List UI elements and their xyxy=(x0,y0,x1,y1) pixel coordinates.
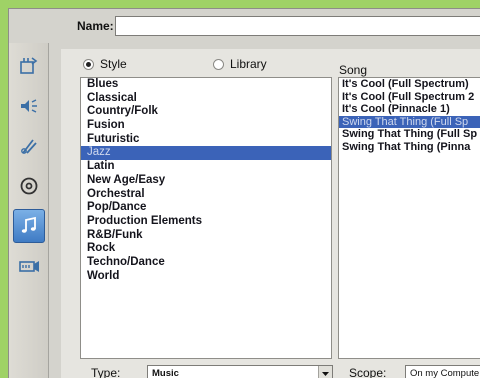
genre-list-item[interactable]: Latin xyxy=(81,160,331,174)
song-list-item[interactable]: Swing That Thing (Full Sp xyxy=(339,115,480,128)
radio-selected-indicator xyxy=(83,58,94,70)
mixer-tool-button[interactable] xyxy=(13,249,45,283)
genre-list-item[interactable]: Techno/Dance xyxy=(81,256,331,270)
edit-tool-button[interactable] xyxy=(13,129,45,163)
chevron-down-icon xyxy=(322,372,329,376)
genre-list-item[interactable]: New Age/Easy xyxy=(81,174,331,188)
video-clip-icon xyxy=(20,57,38,74)
scope-dropdown[interactable]: On my Compute xyxy=(405,365,480,378)
song-list[interactable]: It's Cool (Full Spectrum) It's Cool (Full… xyxy=(338,77,480,359)
style-radio[interactable]: Style xyxy=(83,57,127,71)
library-radio[interactable]: Library xyxy=(213,57,267,71)
disc-tool-button[interactable] xyxy=(13,169,45,203)
song-list-item[interactable]: It's Cool (Pinnacle 1) xyxy=(339,103,480,116)
scope-label: Scope: xyxy=(349,366,387,378)
genre-list-item[interactable]: Country/Folk xyxy=(81,105,331,119)
type-dropdown-value: Music xyxy=(152,368,179,378)
radio-unselected-indicator xyxy=(213,58,224,70)
song-column-header: Song xyxy=(339,63,368,77)
song-list-item[interactable]: Swing That Thing (Full Sp xyxy=(339,128,480,141)
music-tool-button[interactable] xyxy=(13,209,45,243)
name-input[interactable] xyxy=(115,16,480,36)
type-dropdown[interactable]: Music xyxy=(147,365,333,378)
genre-list-item[interactable]: R&B/Funk xyxy=(81,229,331,243)
name-label: Name: xyxy=(77,19,114,33)
style-radio-label: Style xyxy=(100,57,127,71)
volume-mixer-icon xyxy=(19,261,39,272)
audio-tool-button[interactable] xyxy=(13,89,45,123)
audio-speaker-icon xyxy=(21,99,37,113)
song-list-item[interactable]: It's Cool (Full Spectrum 2 xyxy=(339,91,480,104)
genre-list-item[interactable]: Production Elements xyxy=(81,215,331,229)
disc-icon xyxy=(20,177,38,195)
video-clip-tool-button[interactable] xyxy=(13,49,45,83)
tool-sidebar xyxy=(9,43,49,378)
genre-list-item[interactable]: World xyxy=(81,270,331,284)
smartsound-dialog: Name: Style Library Blues Classical Coun… xyxy=(8,8,480,378)
scope-dropdown-value: On my Compute xyxy=(410,368,480,378)
genre-list[interactable]: Blues Classical Country/Folk Fusion Futurist… xyxy=(80,77,332,359)
source-radio-group: Style Library xyxy=(61,57,341,77)
library-radio-label: Library xyxy=(230,57,267,71)
dropdown-arrow-button[interactable] xyxy=(318,366,332,378)
song-list-item[interactable]: It's Cool (Full Spectrum) xyxy=(339,78,480,91)
edit-tools-icon xyxy=(21,139,37,154)
music-note-icon xyxy=(21,216,36,233)
name-bar: Name: xyxy=(69,15,480,37)
genre-list-item[interactable]: Blues xyxy=(81,78,331,92)
genre-list-item[interactable]: Rock xyxy=(81,242,331,256)
genre-list-item[interactable]: Jazz xyxy=(81,146,331,161)
genre-list-item[interactable]: Pop/Dance xyxy=(81,201,331,215)
genre-list-item[interactable]: Classical xyxy=(81,92,331,106)
song-list-item[interactable]: Swing That Thing (Pinna xyxy=(339,141,480,154)
music-panel: Style Library Blues Classical Country/Folk… xyxy=(61,49,480,378)
genre-list-item[interactable]: Fusion xyxy=(81,119,331,133)
type-label: Type: xyxy=(91,366,121,378)
genre-list-item[interactable]: Futuristic xyxy=(81,133,331,147)
genre-list-item[interactable]: Orchestral xyxy=(81,188,331,202)
